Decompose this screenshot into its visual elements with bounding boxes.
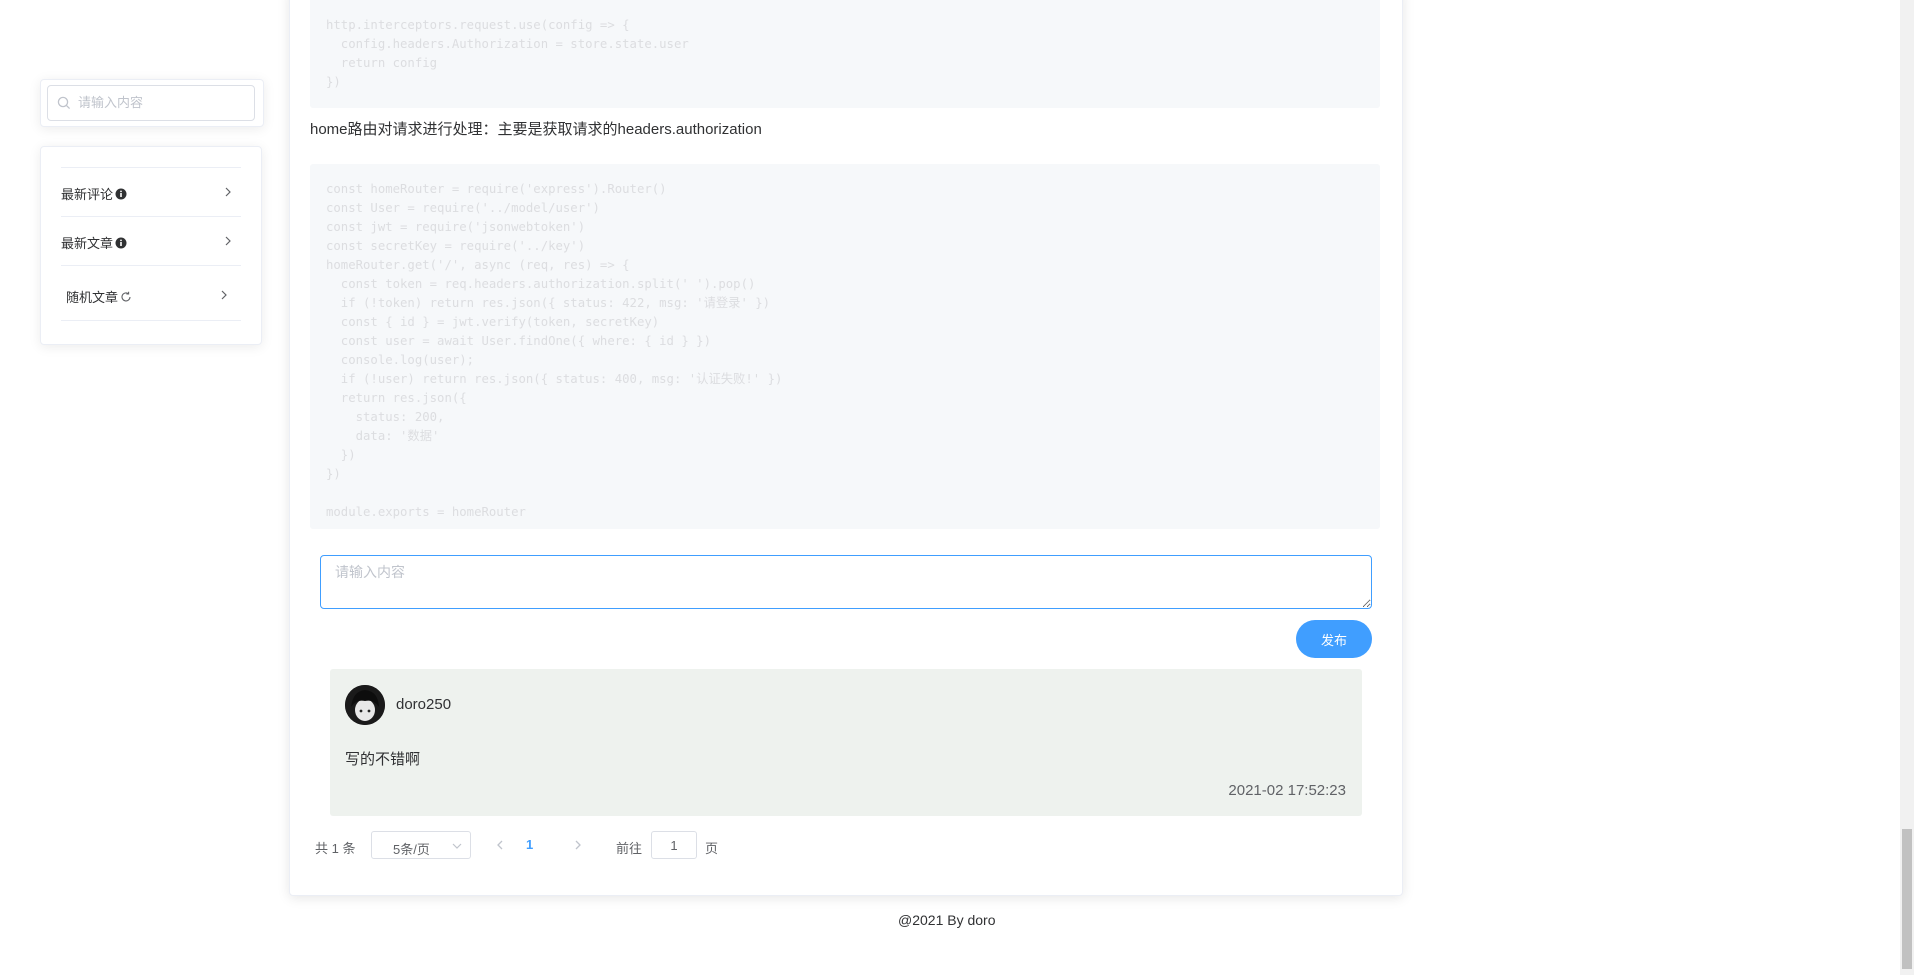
- avatar: [345, 685, 385, 725]
- article-paragraph: home路由对请求进行处理：主要是获取请求的headers.authorizat…: [310, 121, 762, 138]
- sidebar-search-input[interactable]: [78, 86, 248, 118]
- sidebar-menu-card: 最新评论 最新文章 随机文章: [40, 146, 262, 345]
- page-size-select[interactable]: 5条/页: [371, 831, 471, 859]
- code-line: }): [326, 467, 341, 481]
- chevron-right-icon: [225, 236, 231, 246]
- avatar-image: [345, 685, 385, 725]
- page-size-value: 5条/页: [393, 842, 430, 857]
- code-line: http.interceptors.request.use(config => …: [326, 18, 630, 32]
- code-line: const homeRouter = require('express').Ro…: [326, 182, 667, 196]
- refresh-icon: [121, 291, 131, 301]
- sidebar-item-latest-articles[interactable]: 最新文章: [61, 217, 241, 266]
- publish-button[interactable]: 发布: [1296, 620, 1372, 658]
- comment-item: doro250 写的不错啊 2021-02 17:52:23: [330, 669, 1362, 816]
- code-line: return config: [326, 56, 438, 70]
- chevron-right-icon[interactable]: [571, 838, 585, 852]
- code-line: }): [326, 75, 341, 89]
- article-card: http.interceptors.request.use(config => …: [289, 0, 1403, 896]
- goto-label: 前往: [616, 841, 643, 856]
- sidebar-item-label: 随机文章: [66, 290, 119, 305]
- code-line: const { id } = jwt.verify(token, secretK…: [326, 315, 660, 329]
- footer-text: @2021 By doro: [898, 912, 996, 928]
- chevron-down-icon: [452, 843, 462, 849]
- page-number-current[interactable]: 1: [526, 837, 533, 852]
- code-line: config.headers.Authorization = store.sta…: [326, 37, 689, 51]
- info-circle-icon: [115, 237, 127, 248]
- code-line: status: 200,: [326, 410, 445, 424]
- sidebar-item-latest-comments[interactable]: 最新评论: [61, 168, 241, 217]
- code-line: if (!token) return res.json({ status: 42…: [326, 296, 771, 310]
- goto-page-input[interactable]: [651, 831, 697, 859]
- scrollbar-track[interactable]: [1900, 0, 1914, 975]
- code-line: homeRouter.get('/', async (req, res) => …: [326, 258, 630, 272]
- code-line: const secretKey = require('../key'): [326, 239, 586, 253]
- pagination: 共 1 条 5条/页 1 前往 页: [315, 831, 915, 859]
- code-line: return res.json({: [326, 391, 467, 405]
- code-block: const homeRouter = require('express').Ro…: [310, 164, 1380, 529]
- code-line: module.exports = homeRouter: [326, 505, 526, 519]
- sidebar-item-random-article[interactable]: 随机文章: [61, 266, 241, 321]
- comment-timestamp: 2021-02 17:52:23: [1228, 782, 1346, 799]
- goto-suffix: 页: [705, 841, 719, 856]
- search-icon: [57, 96, 71, 110]
- code-line: data: '数据': [326, 429, 440, 443]
- pagination-total: 共 1 条: [315, 841, 356, 856]
- comment-text: 写的不错啊: [345, 751, 421, 768]
- chevron-right-icon: [221, 290, 227, 300]
- code-line: const token = req.headers.authorization.…: [326, 277, 756, 291]
- comment-username: doro250: [396, 696, 452, 713]
- info-circle-icon: [115, 188, 127, 199]
- scrollbar-thumb[interactable]: [1902, 829, 1912, 969]
- code-line: const User = require('../model/user'): [326, 201, 600, 215]
- code-line: console.log(user);: [326, 353, 475, 367]
- sidebar-item-label: 最新评论: [61, 187, 114, 202]
- code-line: const user = await User.findOne({ where:…: [326, 334, 711, 348]
- sidebar-search-card: [40, 79, 264, 127]
- sidebar-search-field[interactable]: [47, 85, 255, 121]
- chevron-left-icon[interactable]: [493, 838, 507, 852]
- code-line: if (!user) return res.json({ status: 400…: [326, 372, 783, 386]
- code-line: const jwt = require('jsonwebtoken'): [326, 220, 586, 234]
- code-block: http.interceptors.request.use(config => …: [310, 0, 1380, 108]
- sidebar-item-label: 最新文章: [61, 236, 114, 251]
- comment-input[interactable]: [320, 555, 1372, 609]
- chevron-right-icon: [225, 187, 231, 197]
- code-line: }): [326, 448, 356, 462]
